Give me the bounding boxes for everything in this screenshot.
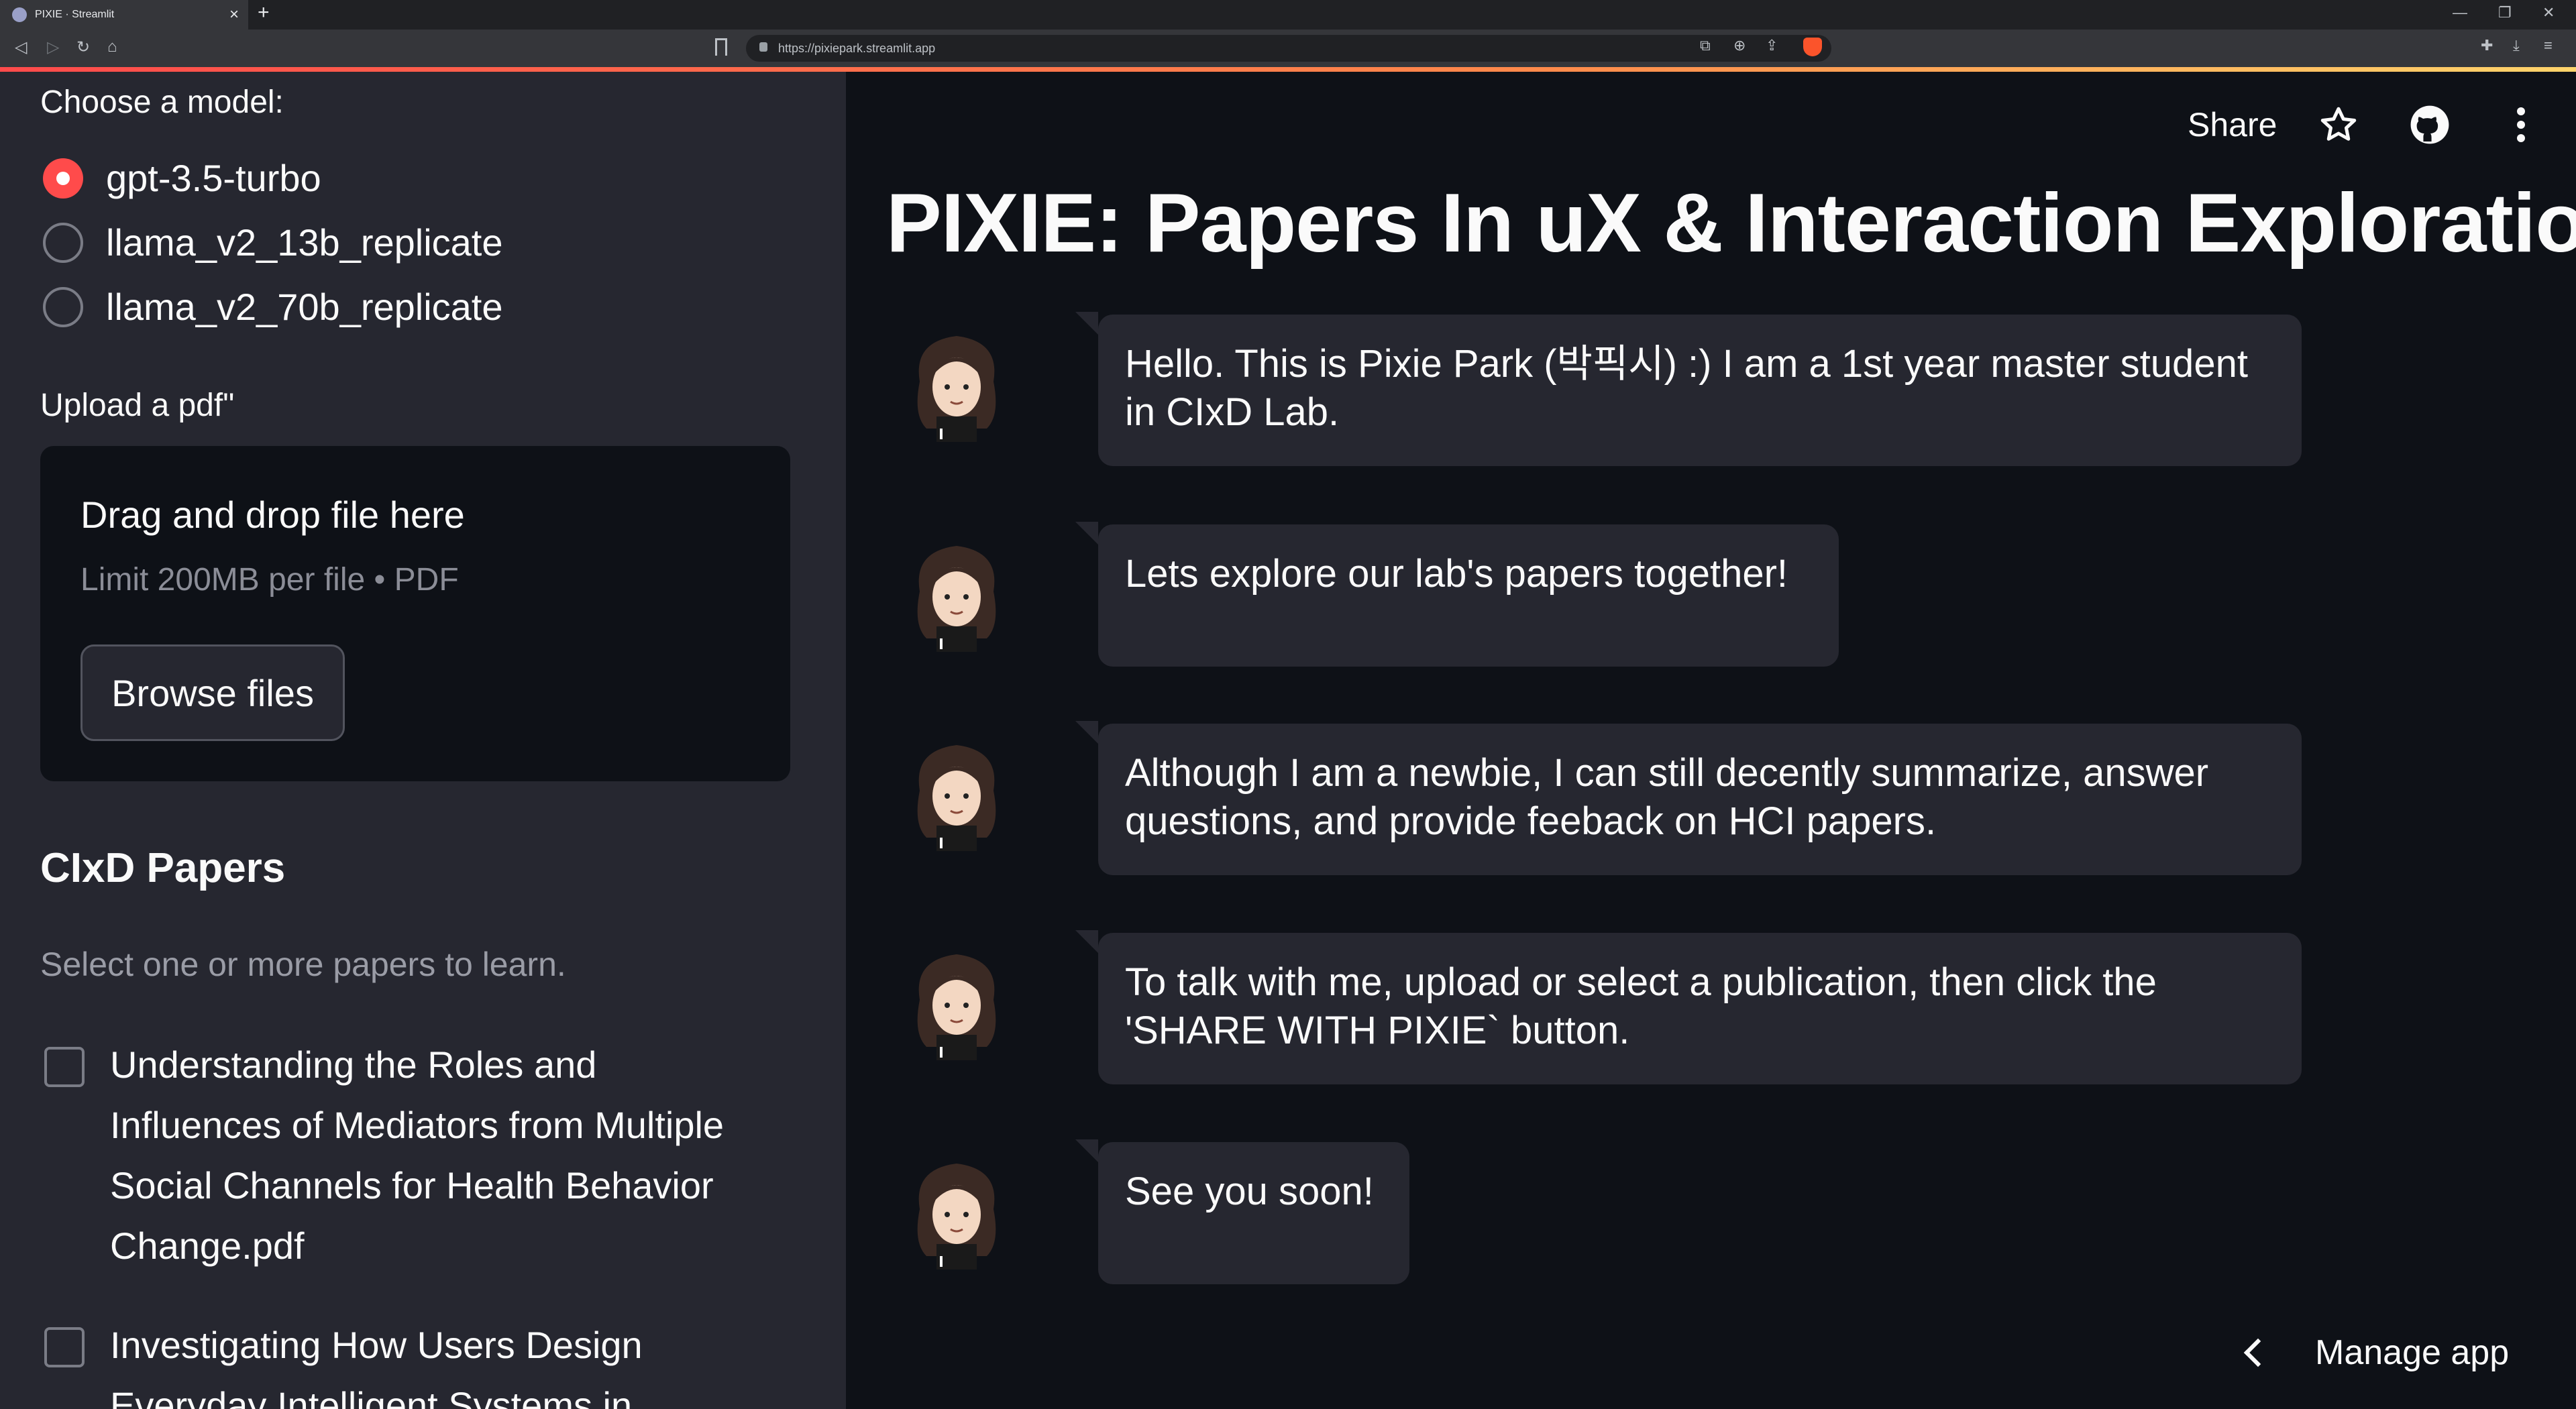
chat-bubble: Although I am a newbie, I can still dece… (1075, 721, 2302, 875)
pixie-avatar-icon (917, 546, 996, 652)
browse-files-button[interactable]: Browse files (80, 644, 345, 741)
star-icon[interactable] (2315, 101, 2362, 148)
sidebar: Choose a model: gpt-3.5-turbo llama_v2_1… (0, 72, 846, 1409)
radio-unselected-icon[interactable] (43, 222, 83, 263)
dropzone-title: Drag and drop file here (80, 494, 465, 536)
restore-icon[interactable]: ❐ (2498, 4, 2512, 21)
browser-tab-bar: PIXIE · Streamlit × + — ❐ ✕ (0, 0, 2576, 30)
download-icon[interactable]: ⤓ (2513, 37, 2520, 54)
chat-bubble: See you soon! (1075, 1139, 1409, 1284)
share-page-icon[interactable]: ⇪ (1766, 37, 1778, 54)
paper-checkbox-row[interactable]: Investigating How Users Design Everyday … (44, 1324, 754, 1409)
browser-tab[interactable]: PIXIE · Streamlit × (0, 0, 248, 30)
paper-checkbox-row[interactable]: Understanding the Roles and Influences o… (44, 1044, 754, 1276)
streamlit-favicon-icon (12, 7, 27, 22)
manage-app-button[interactable]: Manage app (2243, 1333, 2510, 1373)
close-tab-icon[interactable]: × (229, 5, 239, 24)
home-icon[interactable]: ⌂ (107, 38, 117, 56)
new-tab-icon[interactable]: + (258, 1, 270, 24)
chat-bubble: Lets explore our lab's papers together! (1075, 522, 1839, 667)
lock-icon (759, 42, 767, 52)
url-text: https://pixiepark.streamlit.app (778, 41, 936, 55)
model-option-label: llama_v2_13b_replicate (106, 221, 503, 264)
streamlit-decoration-bar (0, 67, 2576, 72)
window-close-icon[interactable]: ✕ (2542, 4, 2555, 21)
radio-selected-icon[interactable] (43, 158, 83, 199)
app-root: PIXIE · Streamlit × + — ❐ ✕ ◁ ▷ ↻ ⌂ http… (0, 0, 2576, 1409)
main-content: Share PIXIE: Papers In uX & Interaction … (846, 72, 2576, 1409)
chat-bubble: To talk with me, upload or select a publ… (1075, 930, 2302, 1084)
radio-unselected-icon[interactable] (43, 286, 83, 327)
chevron-left-icon (2243, 1338, 2273, 1367)
pixie-avatar-icon (917, 745, 996, 851)
model-option-llama-v2-13b[interactable]: llama_v2_13b_replicate (43, 221, 503, 264)
upload-label: Upload a pdf" (40, 388, 235, 423)
pixie-avatar-icon (917, 954, 996, 1060)
forward-icon[interactable]: ▷ (47, 38, 59, 57)
github-icon[interactable] (2406, 101, 2453, 148)
checkbox-icon[interactable] (44, 1047, 85, 1087)
brave-shield-icon[interactable] (1803, 38, 1822, 56)
reload-icon[interactable]: ↻ (76, 38, 90, 57)
browser-menu-icon[interactable]: ≡ (2544, 37, 2553, 54)
paper-label: Understanding the Roles and Influences o… (110, 1044, 724, 1267)
paper-label: Investigating How Users Design Everyday … (110, 1324, 643, 1409)
file-dropzone[interactable]: Drag and drop file here Limit 200MB per … (40, 446, 790, 781)
more-vertical-icon[interactable] (2498, 101, 2544, 148)
share-button[interactable]: Share (2188, 105, 2277, 144)
model-option-gpt-3-5-turbo[interactable]: gpt-3.5-turbo (43, 156, 321, 200)
install-app-icon[interactable]: ⧉ (1700, 37, 1711, 54)
model-label: Choose a model: (40, 84, 284, 120)
model-option-label: gpt-3.5-turbo (106, 157, 321, 199)
minimize-icon[interactable]: — (2453, 4, 2467, 21)
model-option-label: llama_v2_70b_replicate (106, 286, 503, 328)
extensions-icon[interactable]: ✚ (2481, 37, 2493, 54)
tab-title: PIXIE · Streamlit (35, 9, 115, 20)
url-field[interactable]: https://pixiepark.streamlit.app (746, 35, 1831, 62)
pixie-avatar-icon (917, 336, 996, 442)
pixie-avatar-icon (917, 1164, 996, 1270)
papers-heading: CIxD Papers (40, 845, 286, 891)
chat-bubble: Hello. This is Pixie Park (박픽시) :) I am … (1075, 312, 2302, 466)
page-title: PIXIE: Papers In uX & Interaction Explor… (886, 177, 2576, 270)
checkbox-icon[interactable] (44, 1327, 85, 1367)
dropzone-limit: Limit 200MB per file • PDF (80, 562, 459, 598)
zoom-icon[interactable]: ⊕ (1733, 37, 1746, 54)
bookmark-icon[interactable] (715, 38, 727, 56)
manage-app-label: Manage app (2315, 1333, 2510, 1372)
model-option-llama-v2-70b[interactable]: llama_v2_70b_replicate (43, 285, 503, 329)
back-icon[interactable]: ◁ (15, 38, 27, 57)
papers-caption: Select one or more papers to learn. (40, 946, 566, 983)
